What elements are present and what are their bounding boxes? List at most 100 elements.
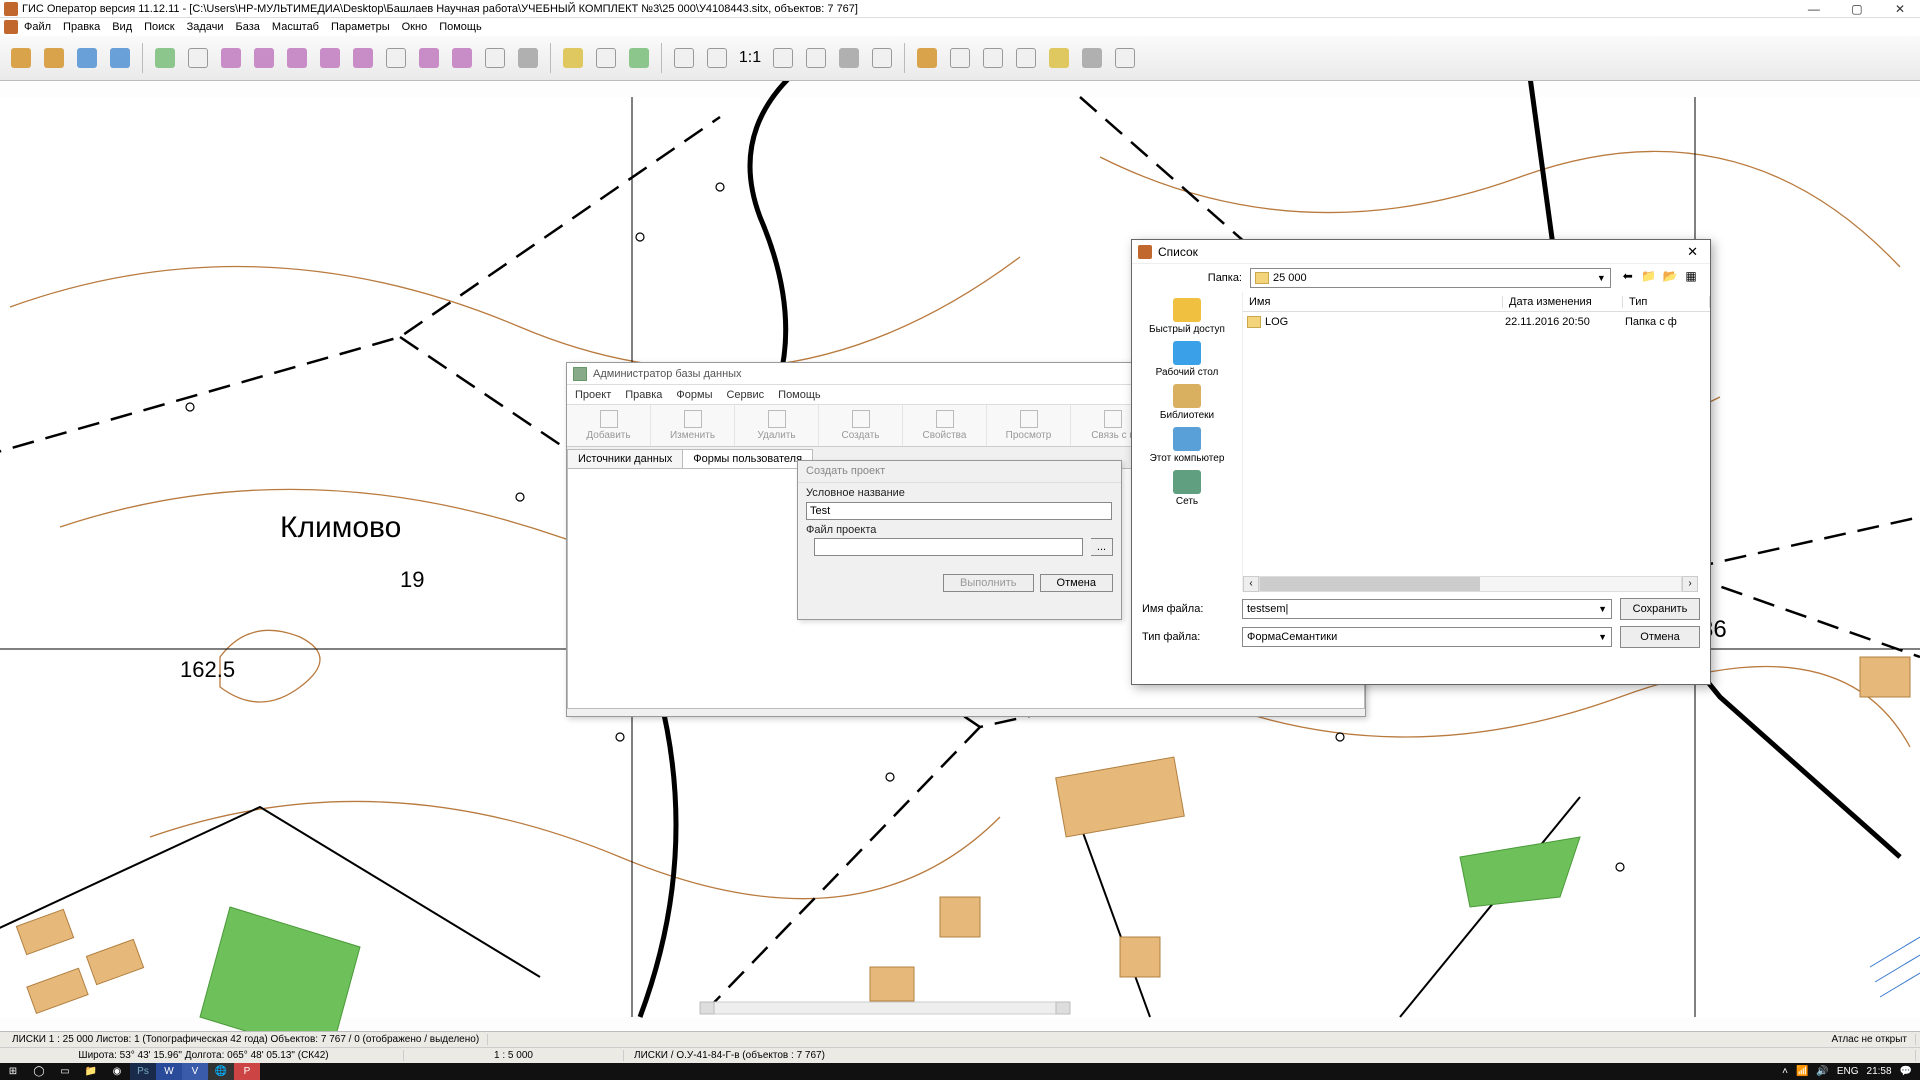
- tool-lamp5-icon[interactable]: [348, 43, 378, 73]
- taskbar-explorer-icon[interactable]: 📁: [78, 1063, 104, 1080]
- menu-view[interactable]: Вид: [112, 21, 132, 33]
- admin-menu-help[interactable]: Помощь: [778, 389, 821, 401]
- nav-newfolder-icon[interactable]: 📂: [1661, 269, 1679, 287]
- proj-browse-button[interactable]: ...: [1091, 538, 1113, 556]
- tab-userforms[interactable]: Формы пользователя: [682, 449, 813, 468]
- filetype-combo[interactable]: ФормаСемантики ▼: [1242, 627, 1612, 647]
- admin-tb-props[interactable]: Свойства: [903, 405, 987, 446]
- close-button[interactable]: ✕: [1880, 2, 1920, 16]
- taskbar-gis-icon[interactable]: 🌐: [208, 1063, 234, 1080]
- nav-views-icon[interactable]: ▦: [1682, 269, 1700, 287]
- tab-datasources[interactable]: Источники данных: [567, 449, 683, 468]
- maximize-button[interactable]: ▢: [1837, 2, 1877, 16]
- taskbar-visio-icon[interactable]: V: [182, 1063, 208, 1080]
- tool-text1-icon[interactable]: [945, 43, 975, 73]
- file-list-hscroll[interactable]: ‹ ›: [1243, 576, 1698, 592]
- admin-tb-add[interactable]: Добавить: [567, 405, 651, 446]
- place-desktop[interactable]: Рабочий стол: [1156, 341, 1219, 378]
- taskbar-search-icon[interactable]: ◯: [26, 1063, 52, 1080]
- tray-sound-icon[interactable]: 🔊: [1816, 1066, 1828, 1077]
- col-date[interactable]: Дата изменения: [1503, 296, 1623, 308]
- admin-tb-edit[interactable]: Изменить: [651, 405, 735, 446]
- menu-help[interactable]: Помощь: [439, 21, 482, 33]
- folder-combo[interactable]: 25 000 ▼: [1250, 268, 1611, 288]
- tool-print-icon[interactable]: [1077, 43, 1107, 73]
- tool-helpcursor-icon[interactable]: [1110, 43, 1140, 73]
- tool-flash-icon[interactable]: [624, 43, 654, 73]
- tray-lang[interactable]: ENG: [1837, 1066, 1859, 1077]
- tool-lamp1-icon[interactable]: [216, 43, 246, 73]
- tool-list-icon[interactable]: [480, 43, 510, 73]
- tool-back-icon[interactable]: [834, 43, 864, 73]
- admin-menu-service[interactable]: Сервис: [726, 389, 764, 401]
- proj-cancel-button[interactable]: Отмена: [1040, 574, 1113, 592]
- tool-zoomout-icon[interactable]: [669, 43, 699, 73]
- menu-scale[interactable]: Масштаб: [272, 21, 319, 33]
- taskbar-photoshop-icon[interactable]: Ps: [130, 1063, 156, 1080]
- scroll-right-button[interactable]: ›: [1682, 576, 1698, 592]
- taskbar-ppt-icon[interactable]: P: [234, 1063, 260, 1080]
- taskbar-word-icon[interactable]: W: [156, 1063, 182, 1080]
- tray-notif-icon[interactable]: 💬: [1900, 1066, 1912, 1077]
- admin-menu-edit[interactable]: Правка: [625, 389, 662, 401]
- menu-params[interactable]: Параметры: [331, 21, 390, 33]
- start-button[interactable]: ⊞: [0, 1063, 26, 1080]
- tool-table-icon[interactable]: [912, 43, 942, 73]
- tool-text3-icon[interactable]: [1011, 43, 1041, 73]
- file-dialog-close-button[interactable]: ✕: [1681, 244, 1704, 260]
- tool-globe-icon[interactable]: [72, 43, 102, 73]
- cancel-button[interactable]: Отмена: [1620, 626, 1700, 648]
- nav-up-icon[interactable]: 📁: [1640, 269, 1658, 287]
- tool-addnode-icon[interactable]: [183, 43, 213, 73]
- menu-window[interactable]: Окно: [402, 21, 428, 33]
- tool-oneone-icon[interactable]: 1:1: [735, 43, 765, 73]
- file-row[interactable]: LOG 22.11.2016 20:50 Папка с ф: [1243, 312, 1710, 332]
- tool-extent-icon[interactable]: [558, 43, 588, 73]
- tool-lamp3-icon[interactable]: [282, 43, 312, 73]
- tool-layers-icon[interactable]: [105, 43, 135, 73]
- place-quickaccess[interactable]: Быстрый доступ: [1149, 298, 1225, 335]
- taskbar-chrome-icon[interactable]: ◉: [104, 1063, 130, 1080]
- tool-lamp7-icon[interactable]: [447, 43, 477, 73]
- save-button[interactable]: Сохранить: [1620, 598, 1700, 620]
- admin-tb-create[interactable]: Создать: [819, 405, 903, 446]
- tool-save-icon[interactable]: [39, 43, 69, 73]
- file-dialog-titlebar[interactable]: Список ✕: [1132, 240, 1710, 264]
- tool-lamp8-icon[interactable]: [513, 43, 543, 73]
- scroll-left-button[interactable]: ‹: [1243, 576, 1259, 592]
- admin-tb-view[interactable]: Просмотр: [987, 405, 1071, 446]
- tray-up-icon[interactable]: ˄: [1782, 1066, 1788, 1077]
- tray-wifi-icon[interactable]: 📶: [1796, 1066, 1808, 1077]
- tool-open-icon[interactable]: [6, 43, 36, 73]
- tool-pointer-icon[interactable]: [867, 43, 897, 73]
- tool-lamp4-icon[interactable]: [315, 43, 345, 73]
- place-network[interactable]: Сеть: [1173, 470, 1201, 507]
- col-type[interactable]: Тип: [1623, 296, 1710, 308]
- proj-name-input[interactable]: [806, 502, 1112, 520]
- tool-zoomin-icon[interactable]: [702, 43, 732, 73]
- tray-time[interactable]: 21:58: [1867, 1066, 1892, 1077]
- tool-palette-icon[interactable]: [1044, 43, 1074, 73]
- place-libraries[interactable]: Библиотеки: [1160, 384, 1214, 421]
- admin-tb-delete[interactable]: Удалить: [735, 405, 819, 446]
- tool-check-icon[interactable]: [801, 43, 831, 73]
- menu-edit[interactable]: Правка: [63, 21, 100, 33]
- tool-select-icon[interactable]: [381, 43, 411, 73]
- filename-input[interactable]: testsem| ▼: [1242, 599, 1612, 619]
- menu-tasks[interactable]: Задачи: [187, 21, 224, 33]
- file-list[interactable]: Имя Дата изменения Тип LOG 22.11.2016 20…: [1242, 292, 1710, 592]
- place-thispc[interactable]: Этот компьютер: [1150, 427, 1225, 464]
- menu-file[interactable]: Файл: [24, 21, 51, 33]
- menu-base[interactable]: База: [236, 21, 260, 33]
- admin-menu-project[interactable]: Проект: [575, 389, 611, 401]
- menu-search[interactable]: Поиск: [144, 21, 174, 33]
- col-name[interactable]: Имя: [1243, 296, 1503, 308]
- nav-back-icon[interactable]: ⬅: [1619, 269, 1637, 287]
- tool-fit-icon[interactable]: [768, 43, 798, 73]
- tool-text2-icon[interactable]: [978, 43, 1008, 73]
- taskbar-taskview-icon[interactable]: ▭: [52, 1063, 78, 1080]
- tool-lamp2-icon[interactable]: [249, 43, 279, 73]
- minimize-button[interactable]: —: [1794, 2, 1834, 16]
- tool-compass-icon[interactable]: [591, 43, 621, 73]
- admin-menu-forms[interactable]: Формы: [676, 389, 712, 401]
